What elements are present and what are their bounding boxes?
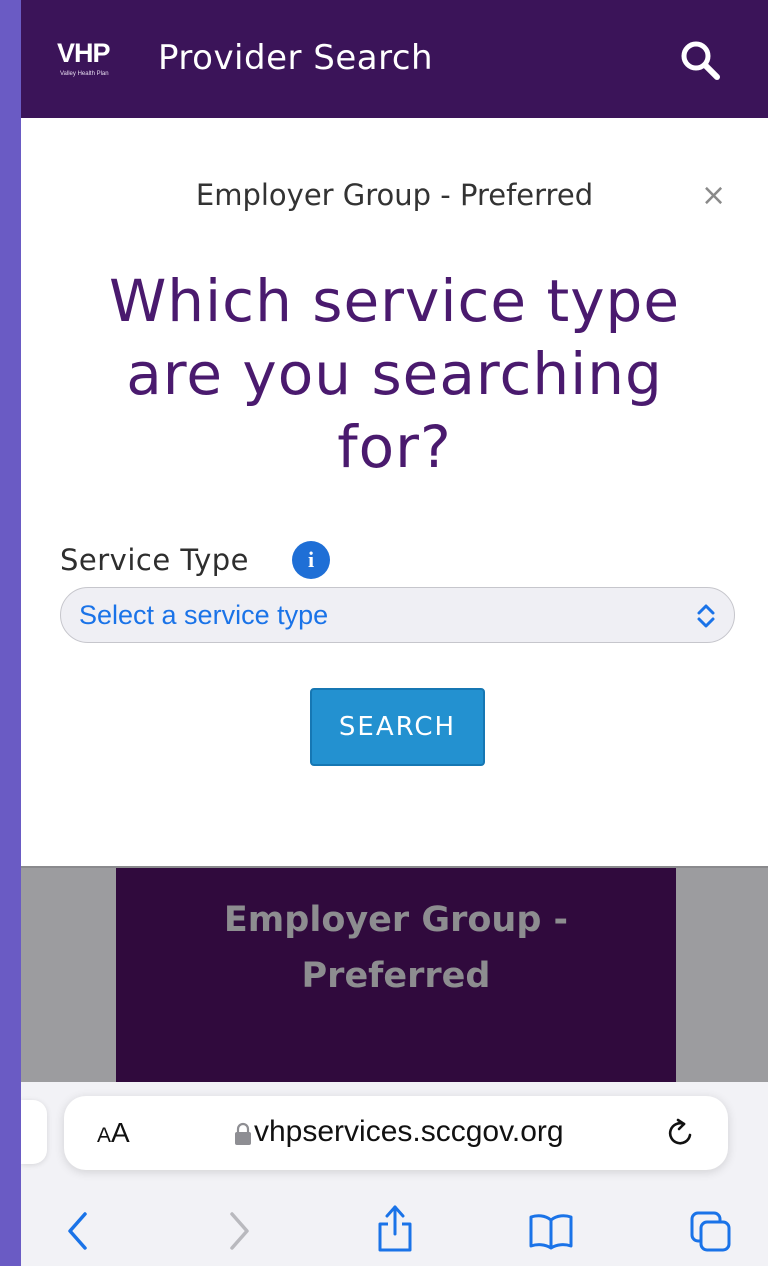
previous-tab-preview[interactable] [21, 1100, 47, 1164]
close-icon[interactable]: × [701, 178, 726, 213]
logo-text: VHP [57, 38, 111, 68]
info-icon[interactable]: i [292, 541, 330, 579]
banner-line-2: Preferred [301, 956, 491, 996]
tabs-icon[interactable] [689, 1210, 733, 1258]
aa-small: A [97, 1124, 112, 1147]
search-icon[interactable] [677, 38, 723, 84]
logo-subtext: Valley Health Plan [60, 71, 109, 77]
phone-screen: VHP Valley Health Plan Provider Search E… [21, 0, 768, 1266]
chevron-left-icon[interactable] [65, 1210, 89, 1256]
service-type-select-value: Select a service type [79, 600, 329, 630]
app-title: Provider Search [158, 38, 434, 78]
banner-line-1: Employer Group - [223, 900, 569, 940]
browser-toolbar: AA vhpservices.sccgov.org [21, 1082, 768, 1266]
background-banner-text: Employer Group - Preferred [116, 892, 676, 1004]
search-button[interactable]: SEARCH [310, 688, 485, 766]
service-type-select[interactable]: Select a service type [60, 587, 735, 643]
book-icon[interactable] [528, 1212, 574, 1254]
modal-subtitle: Employer Group - Preferred [195, 178, 594, 212]
reader-settings-button[interactable]: AA [97, 1117, 130, 1149]
reload-icon[interactable] [664, 1116, 698, 1150]
share-icon[interactable] [375, 1202, 415, 1258]
url-text: vhpservices.sccgov.org [254, 1115, 564, 1148]
lock-icon [234, 1122, 252, 1146]
modal-question: Which service type are you searching for… [108, 267, 681, 481]
chevron-right-icon[interactable] [228, 1210, 252, 1256]
vhp-logo[interactable]: VHP Valley Health Plan [57, 38, 147, 82]
chevron-updown-icon [694, 602, 718, 630]
service-type-label: Service Type [60, 543, 250, 577]
aa-big: A [111, 1117, 130, 1148]
address-bar[interactable]: AA vhpservices.sccgov.org [64, 1096, 728, 1170]
app-header: VHP Valley Health Plan Provider Search [21, 0, 768, 118]
